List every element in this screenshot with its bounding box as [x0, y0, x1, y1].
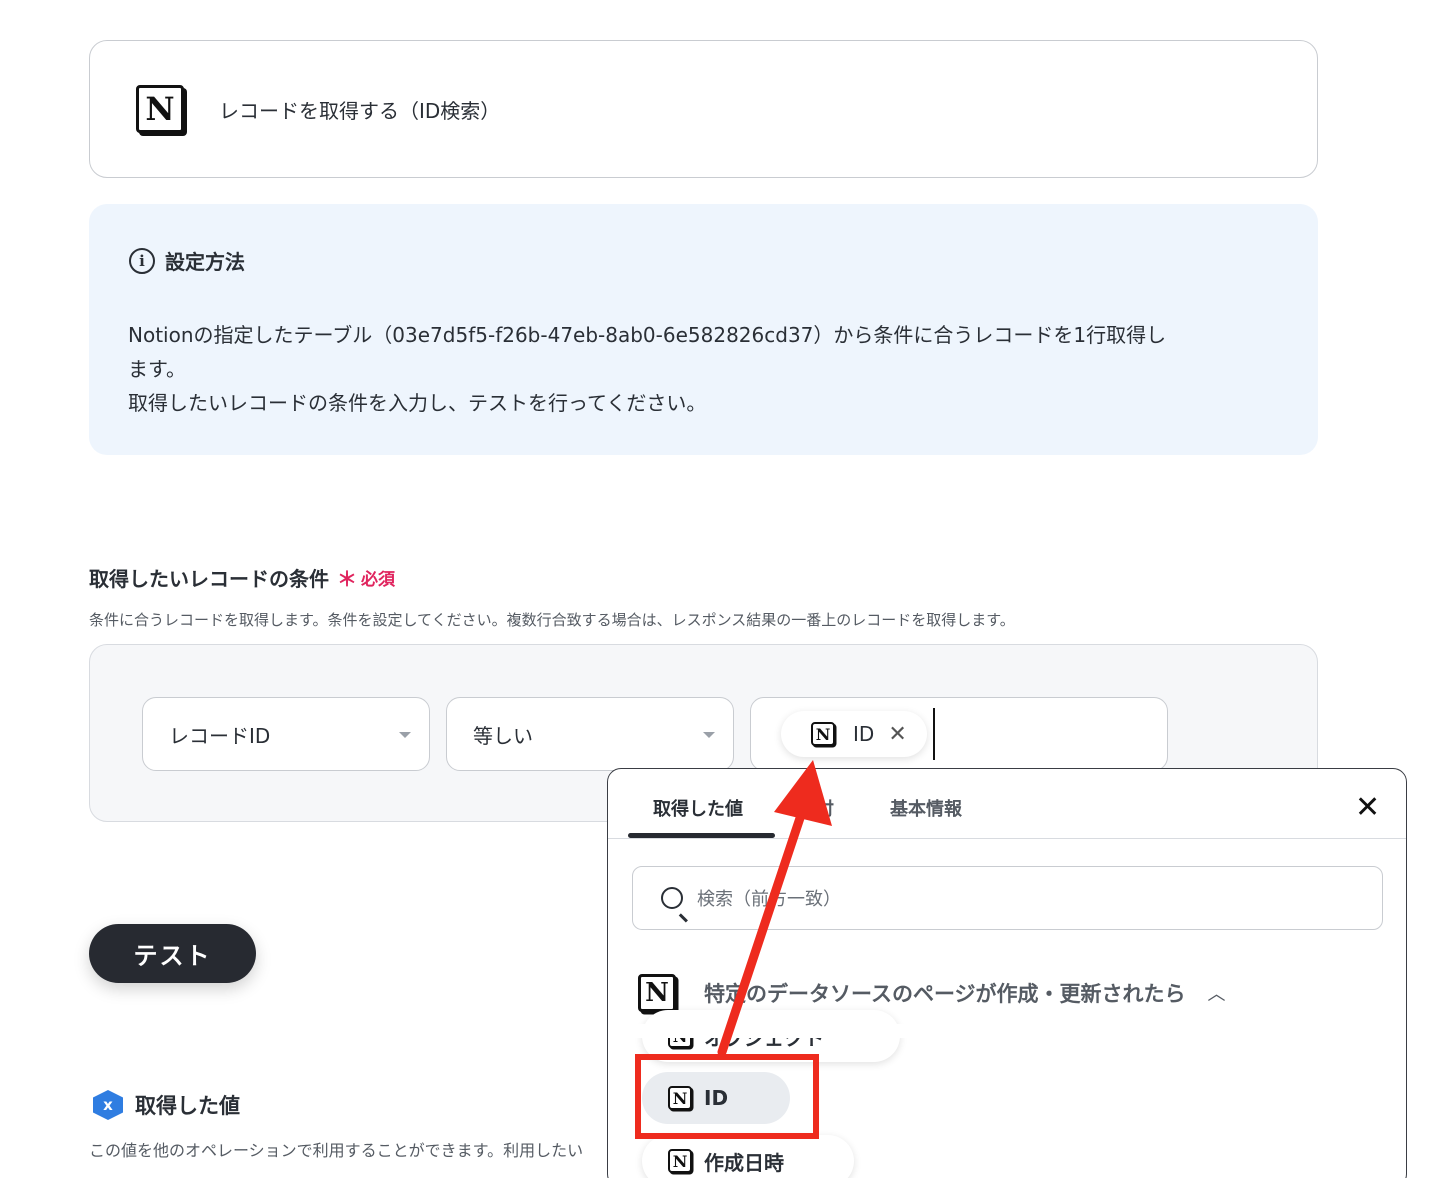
chevron-up-icon[interactable]: ︿ [1208, 980, 1226, 1006]
required-text: 必須 [361, 570, 395, 590]
info-text: Notionの指定したテーブル（03e7d5f5-f26b-47eb-8ab0-… [128, 318, 1278, 420]
chevron-down-icon [399, 732, 411, 738]
annotation-highlight-box [635, 1054, 819, 1139]
field-select-value: レコードID [169, 723, 271, 748]
operator-select-value: 等しい [473, 723, 533, 748]
info-icon: i [129, 247, 155, 274]
info-heading: i 設定方法 [129, 246, 245, 275]
condition-description: 条件に合うレコードを取得します。条件を設定してください。複数行合致する場合は、レ… [89, 611, 1015, 629]
text-cursor [933, 708, 935, 760]
info-box: i 設定方法 Notionの指定したテーブル（03e7d5f5-f26b-47e… [89, 204, 1318, 455]
close-icon[interactable]: ✕ [1355, 793, 1380, 823]
chevron-down-icon [703, 732, 715, 738]
required-asterisk-icon: ＊ [337, 567, 357, 591]
list-scroll-mask [608, 1024, 1406, 1038]
notion-logo-icon: N [811, 722, 835, 746]
obtained-heading-text: 取得した値 [135, 1094, 240, 1118]
close-icon[interactable]: ✕ [888, 722, 906, 747]
notion-logo-icon: N [136, 85, 184, 133]
value-chip-label: ID [853, 722, 875, 746]
info-line-2: ます。 [128, 357, 186, 381]
yoom-hex-icon: x [93, 1090, 123, 1120]
notion-logo-icon: N [638, 974, 676, 1012]
source-group-header[interactable]: N 特定のデータソースのページが作成・更新されたら ︿ [638, 974, 1226, 1012]
condition-label: 取得したいレコードの条件 ＊ 必須 [89, 563, 395, 592]
value-input[interactable]: N ID ✕ [750, 697, 1168, 771]
info-heading-text: 設定方法 [165, 250, 245, 274]
tab-obtained-values[interactable]: 取得した値 [653, 795, 743, 821]
tab-date[interactable]: 日付 [798, 795, 834, 821]
source-group-label: 特定のデータソースのページが作成・更新されたら [704, 982, 1186, 1006]
operator-select[interactable]: 等しい [446, 697, 734, 771]
info-line-1: Notionの指定したテーブル（03e7d5f5-f26b-47eb-8ab0-… [128, 323, 1167, 347]
tab-basic-info[interactable]: 基本情報 [890, 795, 962, 821]
info-line-3: 取得したいレコードの条件を入力し、テストを行ってください。 [128, 391, 707, 415]
obtained-description: この値を他のオペレーションで利用することができます。利用したい [89, 1141, 584, 1160]
field-select[interactable]: レコードID [142, 697, 430, 771]
tab-divider [608, 838, 1406, 839]
notion-logo-icon: N [668, 1149, 692, 1173]
app-card-title: レコードを取得する（ID検索） [219, 99, 501, 123]
obtained-heading: x 取得した値 [93, 1090, 240, 1120]
list-item-label: 作成日時 [704, 1150, 784, 1175]
search-placeholder: 検索（前方一致） [697, 889, 841, 910]
value-chip[interactable]: N ID ✕ [781, 711, 927, 757]
condition-label-text: 取得したいレコードの条件 [89, 567, 329, 591]
search-icon [661, 887, 683, 909]
search-input[interactable]: 検索（前方一致） [632, 866, 1383, 930]
test-button[interactable]: テスト [89, 924, 256, 983]
app-card: N レコードを取得する（ID検索） [89, 40, 1318, 178]
list-item-created-time[interactable]: N 作成日時 [642, 1135, 854, 1178]
